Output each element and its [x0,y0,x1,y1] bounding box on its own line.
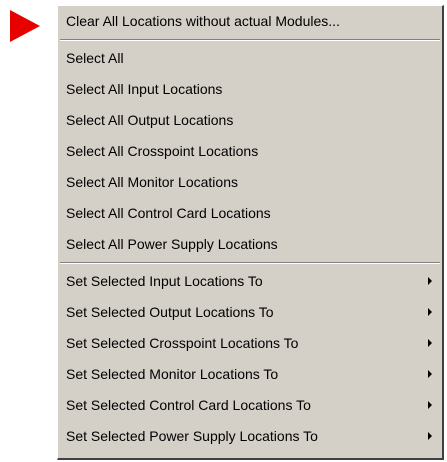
submenu-label: Set Selected Monitor Locations To [66,366,279,382]
submenu-arrow-icon [428,370,432,378]
submenu-label: Set Selected Input Locations To [66,273,263,289]
submenu-set-crosspoint[interactable]: Set Selected Crosspoint Locations To [58,328,442,359]
submenu-set-output[interactable]: Set Selected Output Locations To [58,297,442,328]
menu-separator [60,262,440,264]
submenu-label: Set Selected Power Supply Locations To [66,428,318,444]
menu-item-select-all-control-card[interactable]: Select All Control Card Locations [58,198,442,229]
submenu-set-monitor[interactable]: Set Selected Monitor Locations To [58,359,442,390]
menu-item-select-all-crosspoint[interactable]: Select All Crosspoint Locations [58,136,442,167]
submenu-label: Set Selected Output Locations To [66,304,274,320]
menu-item-select-all-input[interactable]: Select All Input Locations [58,74,442,105]
red-pointer-arrow-icon [10,10,40,42]
menu-item-select-all-monitor[interactable]: Select All Monitor Locations [58,167,442,198]
submenu-arrow-icon [428,277,432,285]
submenu-set-input[interactable]: Set Selected Input Locations To [58,266,442,297]
menu-item-select-all-power-supply[interactable]: Select All Power Supply Locations [58,229,442,260]
submenu-label: Set Selected Crosspoint Locations To [66,335,299,351]
context-menu: Clear All Locations without actual Modul… [57,5,444,460]
menu-item-select-all-output[interactable]: Select All Output Locations [58,105,442,136]
submenu-arrow-icon [428,339,432,347]
menu-item-select-all[interactable]: Select All [58,43,442,74]
submenu-set-power-supply[interactable]: Set Selected Power Supply Locations To [58,421,442,452]
submenu-arrow-icon [428,432,432,440]
submenu-arrow-icon [428,308,432,316]
submenu-arrow-icon [428,401,432,409]
submenu-label: Set Selected Control Card Locations To [66,397,311,413]
menu-item-clear-all-locations[interactable]: Clear All Locations without actual Modul… [58,6,442,37]
menu-separator [60,39,440,41]
submenu-set-control-card[interactable]: Set Selected Control Card Locations To [58,390,442,421]
